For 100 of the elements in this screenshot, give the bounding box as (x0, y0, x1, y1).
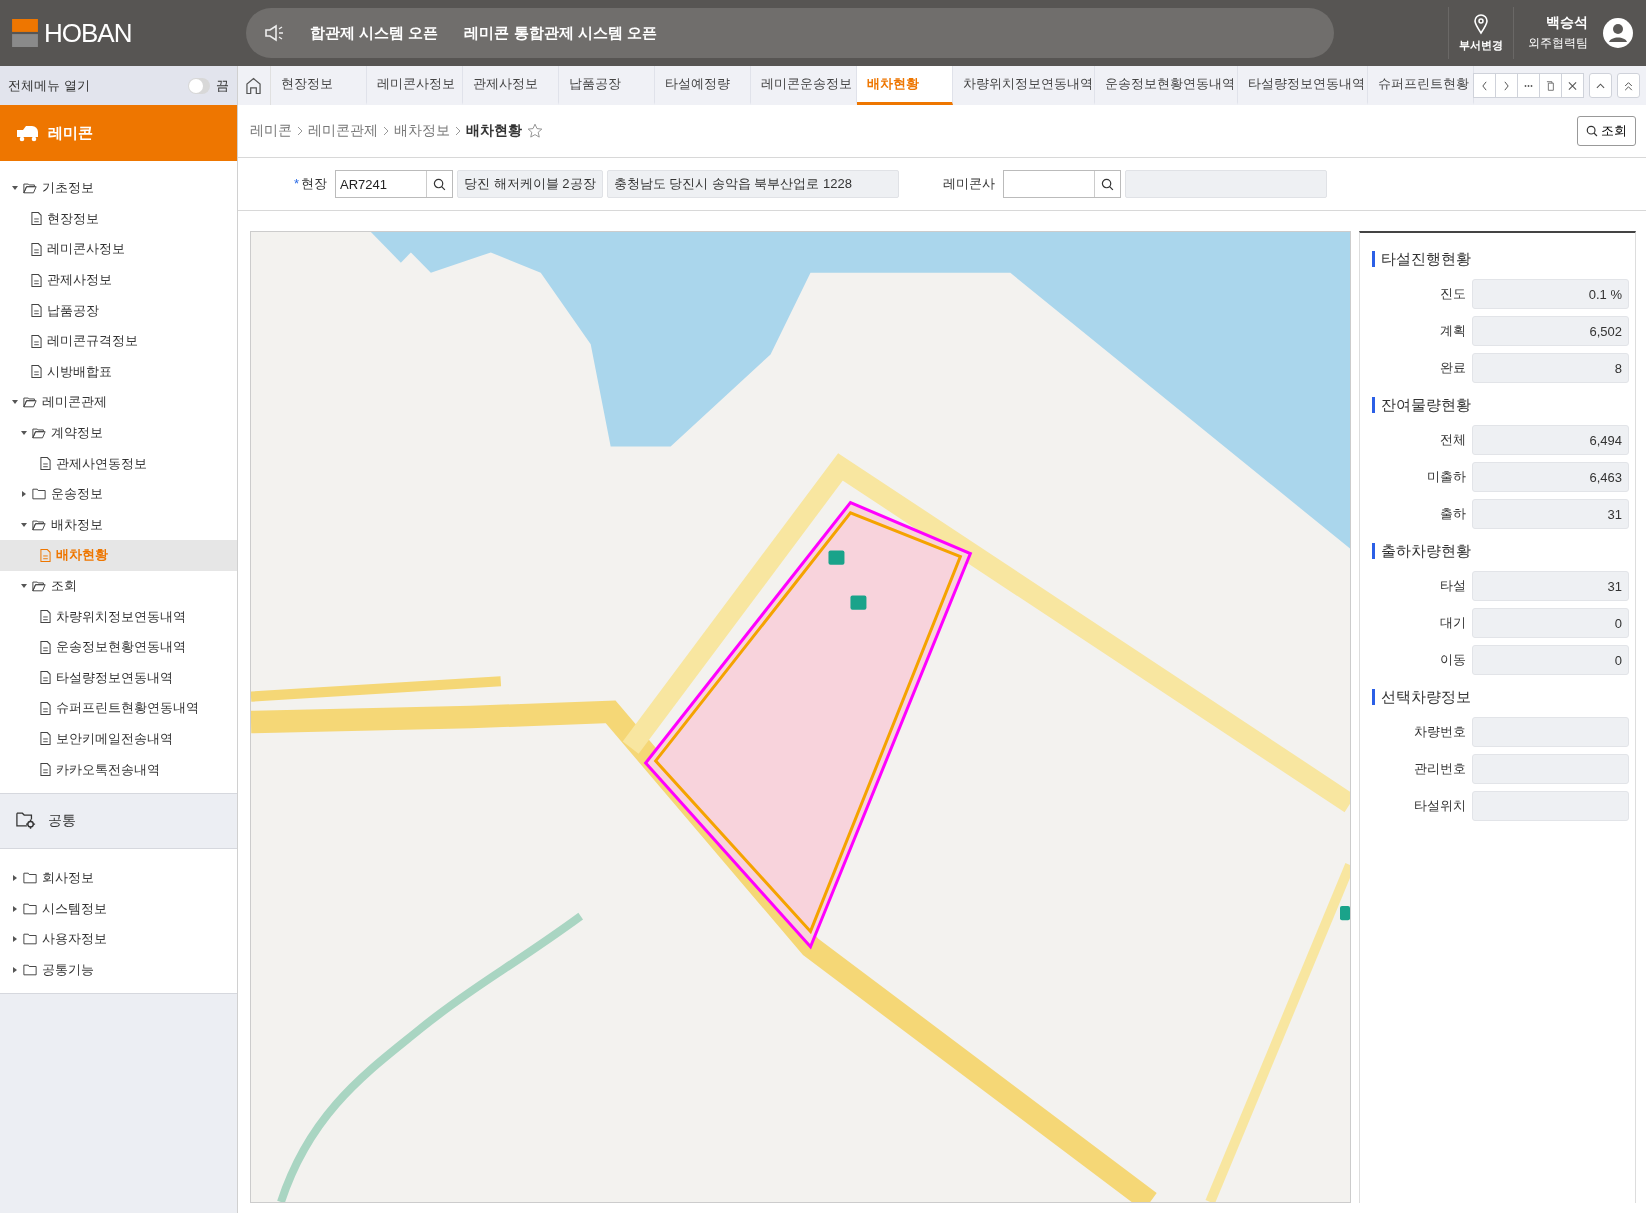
tab[interactable]: 타설량정보연동내역 (1237, 66, 1368, 105)
folder-gear-icon (16, 811, 36, 831)
field-label: 계획 (1439, 322, 1466, 340)
tab[interactable]: 납품공장 (558, 66, 655, 105)
tab[interactable]: 현장정보 (270, 66, 367, 105)
search-button[interactable]: 조회 (1577, 116, 1636, 146)
caret-icon (21, 430, 27, 437)
more-button[interactable] (1517, 73, 1540, 98)
logo-icon (12, 19, 38, 47)
collapse-button[interactable] (1589, 73, 1612, 98)
chevron-left-icon (1480, 80, 1489, 91)
tree-item[interactable]: 시스템정보 (0, 893, 237, 925)
tree-item[interactable]: 레미콘사정보 (0, 234, 237, 265)
section-title: 출하차량현황 (1372, 543, 1629, 559)
double-chevron-up-icon (1624, 80, 1633, 91)
tab[interactable]: 타설예정량 (654, 66, 751, 105)
truck-icon (16, 124, 40, 142)
tree-item[interactable]: 회사정보 (0, 862, 237, 894)
tab[interactable]: 관제사정보 (462, 66, 559, 105)
folder-icon (32, 426, 46, 441)
search-icon (1586, 125, 1598, 137)
notice-text: 레미콘 통합관제 시스템 오픈 (464, 23, 657, 43)
caret-icon (12, 185, 18, 192)
document-icon (40, 639, 51, 655)
breadcrumb-item[interactable]: 레미콘 (250, 122, 292, 140)
caret-icon (12, 936, 18, 943)
map-drawing[interactable] (250, 231, 1351, 1203)
document-icon (40, 762, 51, 778)
value-field: 0 (1472, 608, 1629, 638)
tree-item[interactable]: 타설량정보연동내역 (0, 662, 237, 694)
field-label: 관리번호 (1413, 760, 1466, 778)
tree-item[interactable]: 운송정보현황연동내역 (0, 631, 237, 663)
tree-item[interactable]: 조회 (0, 570, 237, 602)
caret-icon (12, 875, 18, 882)
tree-item[interactable]: 운송정보 (0, 478, 237, 510)
tab[interactable]: 레미콘사정보 (366, 66, 463, 105)
tree-item[interactable]: 관제사연동정보 (0, 448, 237, 479)
tree-item[interactable]: 계약정보 (0, 417, 237, 449)
tree-item[interactable]: 사용자정보 (0, 924, 237, 955)
document-icon (31, 303, 42, 319)
speaker-icon (264, 24, 284, 42)
tree-item[interactable]: 카카오톡전송내역 (0, 754, 237, 785)
tree-item[interactable]: 보안키메일전송내역 (0, 723, 237, 755)
field-label: 진도 (1439, 285, 1466, 303)
value-field: 6,463 (1472, 462, 1629, 492)
tree-item[interactable]: 기초정보 (0, 173, 237, 204)
document-icon (40, 700, 51, 716)
close-icon (1568, 80, 1577, 91)
folder-icon (23, 901, 37, 916)
tree-item[interactable]: 레미콘규격정보 (0, 325, 237, 357)
tab[interactable]: 레미콘운송정보 (750, 66, 857, 105)
previous-tab-button[interactable] (1473, 73, 1496, 98)
dept-change-button[interactable]: 부서변경 (1448, 7, 1514, 59)
tree-item[interactable]: 레미콘관제 (0, 387, 237, 418)
tab[interactable]: 운송정보현황연동내역 (1095, 66, 1238, 105)
folder-icon (23, 181, 37, 196)
folder-icon (32, 579, 46, 593)
logo-text: HOBAN (44, 17, 132, 49)
tree-item[interactable]: 납품공장 (0, 295, 237, 326)
close-tabs-button[interactable] (1561, 73, 1584, 98)
document-icon (31, 242, 42, 257)
folder-icon (23, 871, 37, 886)
value-field: 8 (1472, 353, 1629, 383)
copy-button[interactable] (1539, 73, 1562, 98)
tree-item[interactable]: 공통기능 (0, 954, 237, 986)
favorite-star-icon[interactable] (527, 123, 543, 139)
collapse-all-button[interactable] (1617, 73, 1640, 98)
field-label: 타설위치 (1413, 797, 1466, 815)
search-icon[interactable] (433, 177, 447, 191)
document-icon (40, 547, 51, 563)
site-code-field[interactable]: AR7241 (335, 170, 454, 198)
tree-item[interactable]: 배차정보 (0, 509, 237, 541)
menu-toggle-switch[interactable] (188, 77, 210, 94)
field-label: 완료 (1439, 359, 1466, 377)
caret-icon (12, 399, 18, 406)
section-title: 잔여물량현황 (1372, 397, 1629, 413)
field-label: 전체 (1439, 431, 1466, 449)
tree-item[interactable]: 차량위치정보연동내역 (0, 601, 237, 632)
tree-item[interactable]: 슈퍼프린트현황연동내역 (0, 693, 237, 724)
user-avatar-icon[interactable] (1602, 17, 1634, 49)
tab[interactable]: 차량위치정보연동내역 (952, 66, 1096, 105)
chevron-right-icon (1502, 80, 1511, 91)
caret-icon (21, 491, 27, 498)
breadcrumb-item[interactable]: 배차정보 (394, 122, 450, 140)
breadcrumb-item[interactable]: 레미콘관제 (308, 122, 378, 140)
tree-item[interactable]: 시방배합표 (0, 356, 237, 388)
toggle-state-label: 끔 (216, 76, 229, 95)
supplier-code-field[interactable] (1002, 170, 1121, 198)
folder-icon (32, 487, 46, 502)
user-team: 외주협력팀 (1528, 35, 1588, 52)
section-header[interactable]: 공통 (0, 792, 237, 849)
next-tab-button[interactable] (1495, 73, 1518, 98)
value-field: 6,502 (1472, 316, 1629, 346)
caret-icon (12, 966, 18, 973)
value-field: 31 (1472, 571, 1629, 601)
folder-icon (32, 517, 46, 532)
tree-item[interactable]: 관제사정보 (0, 264, 237, 296)
document-icon (31, 211, 42, 227)
tree-item[interactable]: 현장정보 (0, 203, 237, 235)
search-icon[interactable] (1100, 177, 1114, 191)
